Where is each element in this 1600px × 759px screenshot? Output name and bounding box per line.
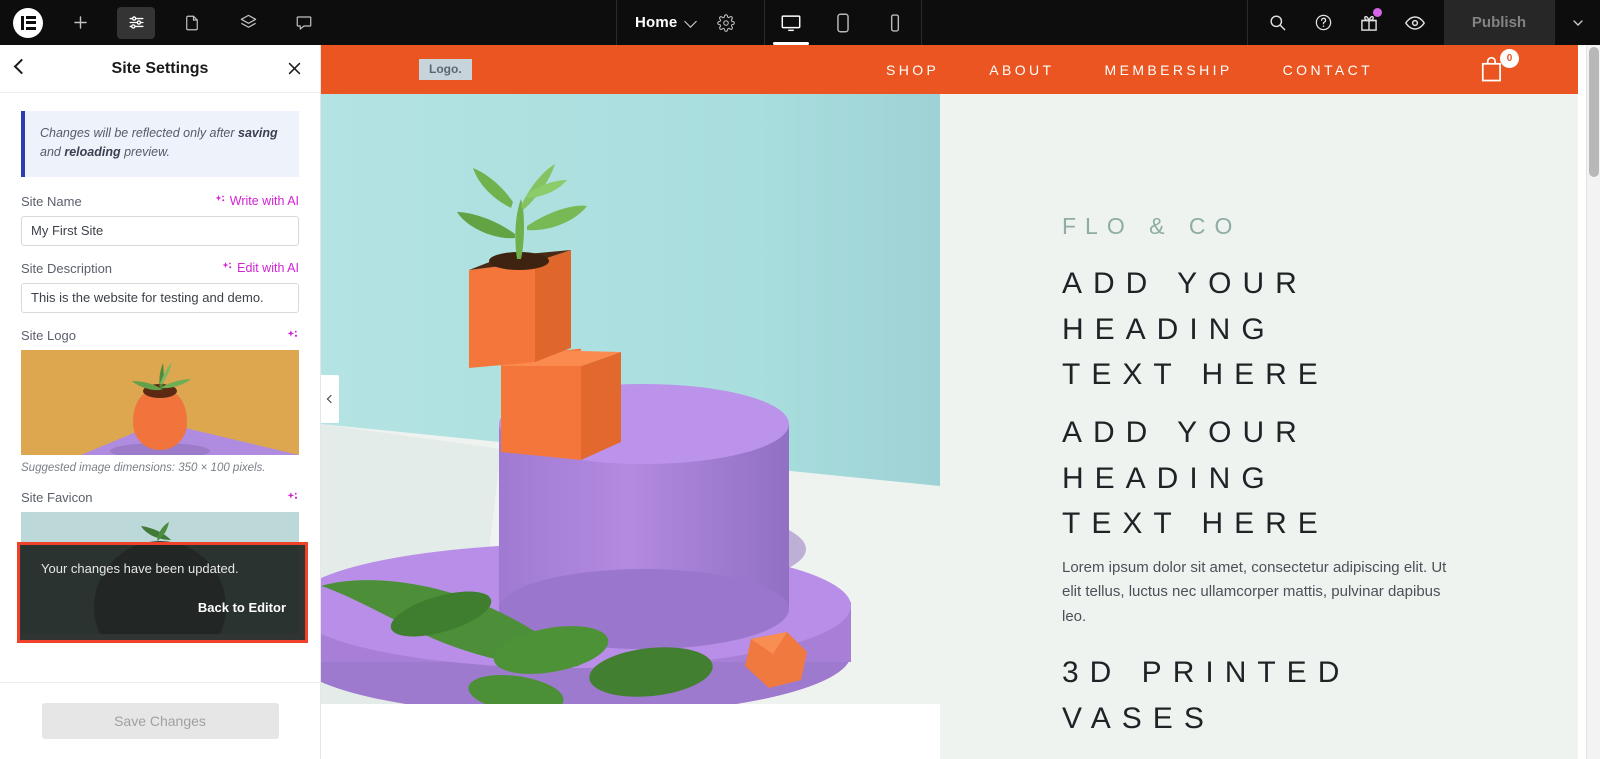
panel-header: Site Settings bbox=[0, 45, 320, 93]
device-tablet[interactable] bbox=[817, 0, 869, 45]
page-selector[interactable]: Home bbox=[616, 0, 736, 45]
hero-eyebrow: FLO & CO bbox=[1062, 213, 1242, 239]
site-name-input[interactable] bbox=[21, 215, 299, 246]
nav-item-shop[interactable]: SHOP bbox=[886, 62, 939, 78]
elementor-logo-icon[interactable] bbox=[13, 7, 43, 38]
hero-heading-3: 3D PRINTED VASES bbox=[1062, 656, 1351, 735]
edit-with-ai-label: Edit with AI bbox=[237, 261, 299, 276]
notice-text-suffix: preview. bbox=[120, 145, 170, 160]
hero-body-text: Lorem ipsum dolor sit amet, consectetur … bbox=[1062, 559, 1447, 625]
hero-copy-panel: FLO & CO ADD YOUR HEADING TEXT HERE ADD … bbox=[940, 94, 1600, 759]
sparkle-icon bbox=[221, 261, 233, 276]
site-logo-label: Site Logo bbox=[21, 327, 76, 343]
hero-heading-1: ADD YOUR HEADING TEXT HERE bbox=[1062, 267, 1329, 392]
gear-icon[interactable] bbox=[717, 13, 736, 32]
site-header: Logo. SHOP ABOUT MEMBERSHIP CONTACT 0 bbox=[321, 45, 1600, 94]
toast-highlight-outline: Your changes have been updated. Back to … bbox=[17, 542, 308, 643]
nav-item-membership[interactable]: MEMBERSHIP bbox=[1105, 62, 1233, 78]
hero-product-image bbox=[321, 94, 940, 704]
toast-message: Your changes have been updated. bbox=[41, 561, 239, 576]
current-page-label: Home bbox=[635, 14, 678, 31]
editor-topbar: Home Publish bbox=[0, 0, 1600, 45]
site-logo-hint: Suggested image dimensions: 350 × 100 pi… bbox=[21, 461, 266, 474]
sparkle-icon bbox=[214, 194, 226, 209]
save-reload-notice: Changes will be reflected only after sav… bbox=[21, 111, 299, 177]
publish-options-chevron-down-icon[interactable] bbox=[1554, 0, 1600, 45]
back-to-editor-button[interactable]: Back to Editor bbox=[198, 600, 286, 615]
cart-count-badge: 0 bbox=[1500, 49, 1519, 68]
site-settings-panel: Site Settings Changes will be reflected … bbox=[0, 45, 321, 759]
topbar-right-tools: Publish bbox=[1247, 0, 1600, 45]
site-nav: SHOP ABOUT MEMBERSHIP CONTACT bbox=[886, 45, 1373, 94]
site-favicon-row: Site Favicon bbox=[21, 490, 299, 505]
close-icon[interactable] bbox=[284, 58, 304, 78]
help-icon[interactable] bbox=[1300, 0, 1346, 45]
site-logo-row: Site Logo bbox=[21, 328, 299, 343]
site-favicon-label: Site Favicon bbox=[21, 489, 93, 505]
site-name-row: Site Name Write with AI bbox=[21, 194, 299, 209]
search-icon[interactable] bbox=[1254, 0, 1300, 45]
device-desktop[interactable] bbox=[765, 0, 817, 45]
notice-bold-saving: saving bbox=[238, 126, 278, 140]
site-description-label: Site Description bbox=[21, 260, 113, 276]
save-bar: Save Changes bbox=[0, 682, 320, 759]
page-settings-icon[interactable] bbox=[173, 7, 211, 39]
site-description-input[interactable] bbox=[21, 282, 299, 313]
notice-text-mid: and bbox=[40, 145, 65, 160]
nav-item-contact[interactable]: CONTACT bbox=[1283, 62, 1373, 78]
gift-icon[interactable] bbox=[1346, 0, 1392, 45]
nav-item-about[interactable]: ABOUT bbox=[989, 62, 1054, 78]
publish-button[interactable]: Publish bbox=[1444, 0, 1554, 45]
hero-section: FLO & CO ADD YOUR HEADING TEXT HERE ADD … bbox=[321, 94, 1600, 759]
history-icon[interactable] bbox=[285, 7, 323, 39]
preview-icon[interactable] bbox=[1392, 0, 1438, 45]
write-with-ai-label: Write with AI bbox=[229, 194, 299, 209]
site-logo-placeholder[interactable]: Logo. bbox=[419, 59, 472, 80]
preview-right-margin bbox=[1578, 45, 1586, 759]
site-name-label: Site Name bbox=[21, 193, 82, 209]
panel-title: Site Settings bbox=[111, 59, 209, 77]
add-element-icon[interactable] bbox=[61, 7, 99, 39]
collapse-chevron-icon bbox=[326, 394, 336, 404]
chevron-down-icon[interactable] bbox=[684, 14, 698, 28]
notice-bold-reloading: reloading bbox=[64, 145, 121, 160]
device-mode-switcher bbox=[764, 0, 922, 45]
site-favicon-sparkle-icon[interactable] bbox=[286, 491, 299, 504]
topbar-left-tools bbox=[0, 0, 323, 45]
scrollbar-thumb[interactable] bbox=[1589, 47, 1599, 177]
site-logo-sparkle-icon[interactable] bbox=[286, 329, 299, 342]
site-preview: Logo. SHOP ABOUT MEMBERSHIP CONTACT 0 FL… bbox=[321, 45, 1600, 759]
device-mobile[interactable] bbox=[869, 0, 921, 45]
save-changes-button[interactable]: Save Changes bbox=[41, 703, 279, 739]
site-settings-icon[interactable] bbox=[117, 6, 155, 39]
gift-notification-dot bbox=[1373, 8, 1382, 17]
navigator-icon[interactable] bbox=[229, 7, 267, 39]
write-with-ai-button[interactable]: Write with AI bbox=[214, 194, 299, 209]
site-description-row: Site Description Edit with AI bbox=[21, 261, 299, 276]
collapse-panel-button[interactable] bbox=[321, 375, 339, 423]
page-scrollbar[interactable] bbox=[1586, 45, 1600, 759]
site-logo-preview-image[interactable] bbox=[21, 349, 299, 455]
notice-text-prefix: Changes will be reflected only after bbox=[40, 126, 239, 140]
cart-button[interactable]: 0 bbox=[1478, 49, 1519, 88]
edit-with-ai-button[interactable]: Edit with AI bbox=[221, 261, 299, 276]
changes-updated-toast: Your changes have been updated. Back to … bbox=[20, 545, 305, 640]
hero-heading-2: ADD YOUR HEADING TEXT HERE bbox=[1062, 416, 1329, 541]
